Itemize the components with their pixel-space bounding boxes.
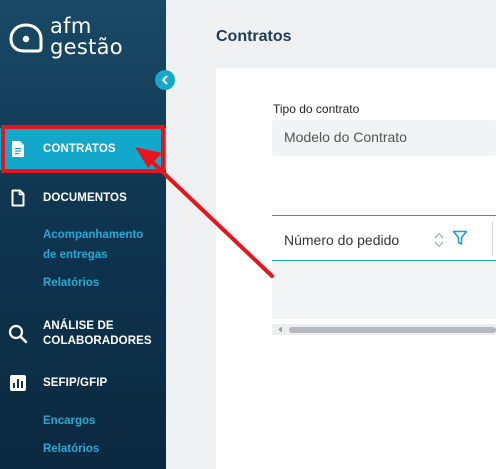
bar-chart-icon xyxy=(8,373,28,393)
chevron-left-icon xyxy=(162,75,168,85)
sidebar-item-label: DOCUMENTOS xyxy=(43,191,127,204)
sidebar-subitem-acompanhamento[interactable]: Acompanhamento de entregas xyxy=(43,225,153,265)
brand-line1: afm xyxy=(50,14,92,38)
sidebar-item-label: ANÁLISE DE COLABORADORES xyxy=(43,320,152,347)
logo-mark-icon xyxy=(9,23,43,53)
table-body xyxy=(272,262,496,319)
filter-icon[interactable] xyxy=(452,230,468,246)
sidebar: afm gestão CONTRATOS DOCUMENTOS Acompanh… xyxy=(0,0,166,469)
sidebar-item-contratos[interactable]: CONTRATOS xyxy=(0,128,166,170)
column-divider xyxy=(492,222,493,256)
column-header-numero-pedido[interactable]: Número do pedido xyxy=(284,232,399,248)
sidebar-collapse-button[interactable] xyxy=(155,70,175,90)
file-icon xyxy=(8,188,28,208)
sort-icon[interactable] xyxy=(433,232,445,248)
sidebar-item-label: CONTRATOS xyxy=(43,142,116,155)
sidebar-subitem-encargos[interactable]: Encargos xyxy=(43,411,95,431)
brand-name: afm gestão xyxy=(50,16,123,58)
sidebar-item-documentos[interactable]: DOCUMENTOS xyxy=(0,186,166,210)
sidebar-subitem-relatorios[interactable]: Relatórios xyxy=(43,273,99,293)
search-icon xyxy=(8,324,28,344)
horizontal-scrollbar[interactable] xyxy=(272,324,496,335)
contract-type-label: Tipo do contrato xyxy=(273,102,360,116)
brand-line2: gestão xyxy=(50,35,123,59)
sidebar-item-sefip[interactable]: SEFIP/GFIP xyxy=(0,372,166,394)
table-header: Número do pedido xyxy=(272,215,496,261)
page-title: Contratos xyxy=(216,28,292,45)
sidebar-item-analise[interactable]: ANÁLISE DE COLABORADORES xyxy=(0,317,166,351)
scrollbar-thumb[interactable] xyxy=(289,327,496,333)
document-icon xyxy=(8,139,28,159)
contract-type-select[interactable]: Modelo do Contrato xyxy=(272,120,496,156)
sidebar-item-label: SEFIP/GFIP xyxy=(43,376,108,389)
scroll-left-icon[interactable] xyxy=(277,326,283,333)
brand-logo[interactable]: afm gestão xyxy=(8,14,138,60)
sidebar-subitem-relatorios-sefip[interactable]: Relatórios xyxy=(43,439,99,459)
